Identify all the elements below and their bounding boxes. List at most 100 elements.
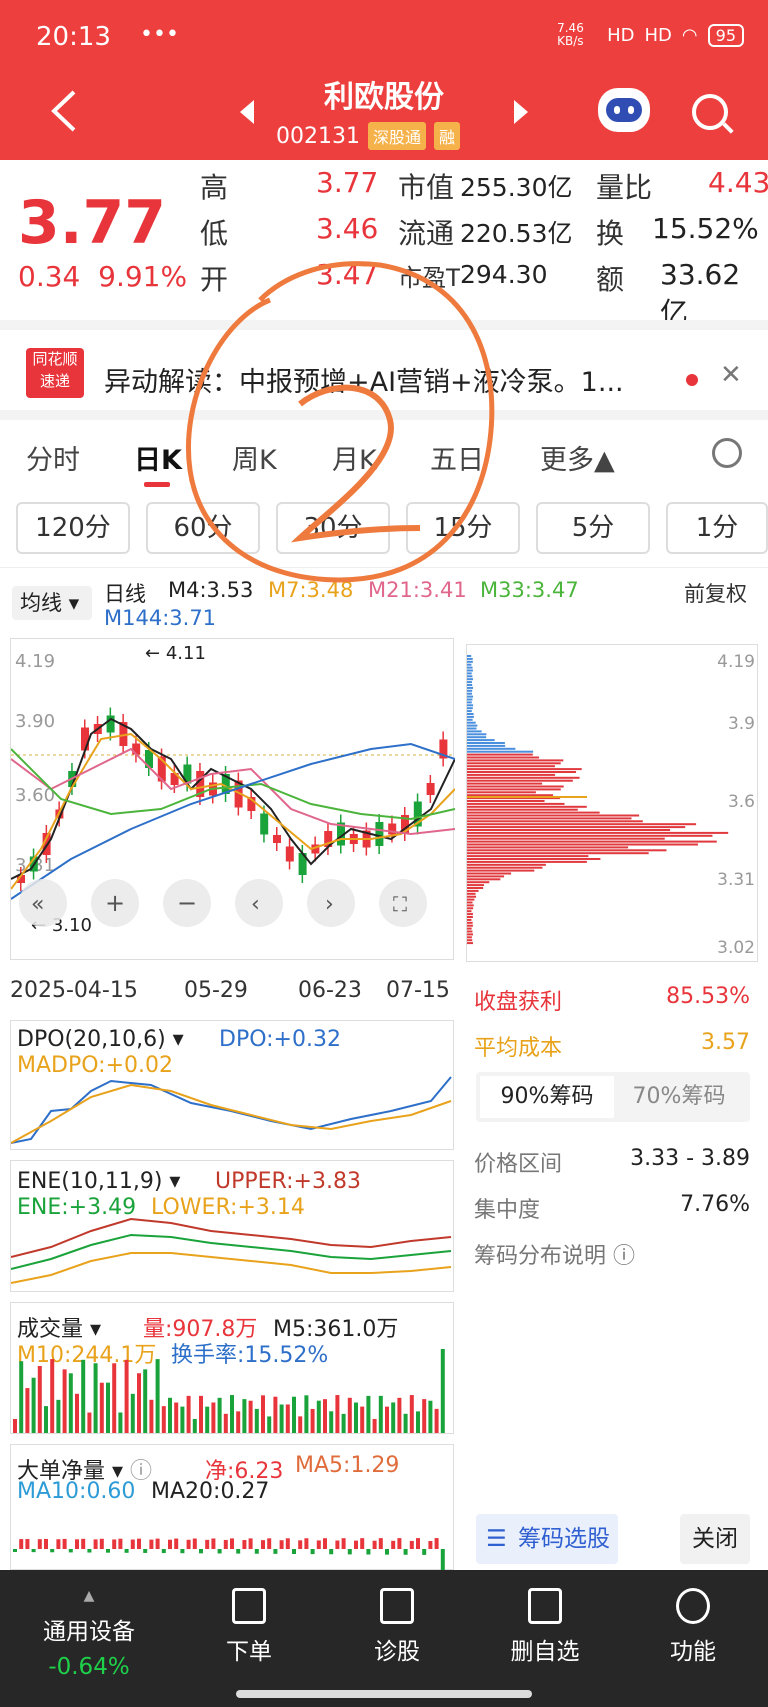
tab-5min[interactable]: 5分 xyxy=(536,502,650,554)
volume-bar xyxy=(242,1399,247,1433)
tab-daily-k[interactable]: 日K xyxy=(134,438,182,477)
tab-chip-90[interactable]: 90%筹码 xyxy=(480,1076,614,1118)
dpo-svg xyxy=(11,1076,452,1144)
ene-panel[interactable]: ENE(10,11,9) ▾ UPPER:+3.83 ENE:+3.49 LOW… xyxy=(10,1160,454,1292)
ma-line-orange xyxy=(10,732,456,890)
chip-bar xyxy=(467,768,582,771)
nav-remove-watchlist[interactable]: 删自选 xyxy=(480,1588,610,1666)
volume-bar xyxy=(13,1419,17,1433)
tab-intraday[interactable]: 分时 xyxy=(26,438,80,477)
volume-bar xyxy=(279,1404,284,1433)
open-label: 开 xyxy=(200,263,229,296)
bigorder-bar xyxy=(391,1540,396,1549)
robot-assistant-icon[interactable] xyxy=(598,88,650,132)
nav-order[interactable]: 下单 xyxy=(184,1588,314,1666)
bigorder-bar xyxy=(112,1539,117,1549)
nav-diagnose-label: 诊股 xyxy=(374,1639,420,1665)
chip-bar xyxy=(467,927,472,930)
volume-bar xyxy=(372,1418,377,1433)
open-value: 3.47 xyxy=(316,258,379,291)
chip-bar xyxy=(467,872,512,875)
adjust-mode[interactable]: 前复权 xyxy=(684,578,747,608)
volume-bar xyxy=(223,1413,228,1433)
bigorder-bar xyxy=(397,1538,402,1549)
chip-bar xyxy=(467,869,535,872)
nav-diagnose[interactable]: 诊股 xyxy=(332,1588,462,1666)
chip-bar xyxy=(467,721,476,724)
kline-chart[interactable]: 4.19 3.90 3.60 3.31 ← 4.11 ← 3.10 « + − … xyxy=(10,638,456,960)
chip-bar xyxy=(467,701,472,704)
bigorder-bar xyxy=(422,1549,427,1555)
chip-bar xyxy=(467,794,554,797)
chip-bar xyxy=(467,666,473,669)
chip-bar xyxy=(467,713,474,715)
chip-bar xyxy=(467,663,472,666)
low-value: 3.46 xyxy=(316,212,379,245)
bigorder-bar xyxy=(335,1540,340,1549)
dpo-panel[interactable]: DPO(20,10,6) ▾ DPO:+0.32 MADPO:+0.02 xyxy=(10,1020,454,1150)
chip-bar xyxy=(467,843,699,846)
search-icon[interactable] xyxy=(692,94,728,130)
chip-bar xyxy=(467,686,474,689)
list-icon: ☰ xyxy=(486,1526,507,1552)
tab-chip-70[interactable]: 70%筹码 xyxy=(612,1076,746,1118)
nav-sector[interactable]: ▲ 通用设备 -0.64% xyxy=(24,1588,154,1680)
volume-bar xyxy=(273,1396,278,1433)
tab-more[interactable]: 更多▲ xyxy=(540,438,615,477)
tab-60min[interactable]: 60分 xyxy=(146,502,260,554)
tab-weekly-k[interactable]: 周K xyxy=(232,438,277,477)
chip-close-button[interactable]: 关闭 xyxy=(680,1514,750,1564)
news-text[interactable]: 异动解读：中报预增+AI营销+液冷泵。1... xyxy=(104,360,664,399)
bigorder-bar xyxy=(75,1539,79,1549)
home-indicator[interactable] xyxy=(236,1690,532,1698)
chip-bar xyxy=(467,742,505,744)
chip-desc-link[interactable]: 筹码分布说明 ⓘ xyxy=(474,1238,635,1270)
bigorder-bar xyxy=(62,1538,67,1549)
volume-bar xyxy=(68,1373,73,1433)
high-value: 3.77 xyxy=(316,166,379,199)
chip-bar xyxy=(467,747,516,750)
period-tabs: 分时 日K 周K 月K 五日 更多▲ xyxy=(0,420,768,500)
next-stock-icon[interactable] xyxy=(514,100,528,124)
news-logo: 同花顺 速递 xyxy=(26,348,84,398)
tab-five-day[interactable]: 五日 xyxy=(430,438,484,477)
tab-30min[interactable]: 30分 xyxy=(276,502,390,554)
tab-monthly-k[interactable]: 月K xyxy=(332,438,377,477)
bigorder-bar xyxy=(223,1539,228,1549)
bigorder-bar xyxy=(236,1549,241,1554)
volume-bar xyxy=(292,1396,296,1433)
tab-15min[interactable]: 15分 xyxy=(406,502,520,554)
settings-icon[interactable] xyxy=(712,438,742,468)
bigorder-bar xyxy=(372,1540,377,1549)
ene-svg xyxy=(11,1217,452,1284)
y-label-top: 4.19 xyxy=(15,651,55,672)
bigorder-bar xyxy=(87,1549,92,1553)
tab-1min[interactable]: 1分 xyxy=(666,502,768,554)
volume-panel[interactable]: 成交量 ▾ 量:907.8万 M5:361.0万 M10:244.1万 换手率:… xyxy=(10,1302,454,1434)
ma-select[interactable]: 均线 ▾ xyxy=(12,586,92,620)
ma-period-label: 日线 xyxy=(104,582,146,606)
chip-bar xyxy=(467,939,473,942)
news-banner[interactable]: 同花顺 速递 异动解读：中报预增+AI营销+液冷泵。1... ✕ xyxy=(0,320,768,420)
chip-bar xyxy=(467,817,632,820)
bigorder-bar xyxy=(50,1549,55,1553)
chip-bar xyxy=(467,884,485,887)
nav-order-label: 下单 xyxy=(226,1639,272,1665)
change-value: 0.34 xyxy=(18,260,81,293)
tab-120min[interactable]: 120分 xyxy=(16,502,130,554)
close-icon[interactable]: ✕ xyxy=(720,360,742,390)
madpo-line xyxy=(11,1083,452,1144)
nav-function[interactable]: 功能 xyxy=(628,1588,758,1666)
bigorder-bar xyxy=(99,1538,104,1549)
ma-m144: M144:3.71 xyxy=(104,606,217,630)
volume-svg xyxy=(13,1349,445,1433)
date-2: 05-29 xyxy=(184,978,248,1003)
volume-bar xyxy=(168,1397,172,1433)
chip-select-button[interactable]: ☰ 筹码选股 xyxy=(476,1514,618,1564)
margin-tag: 融 xyxy=(434,122,461,150)
volume-bar xyxy=(112,1363,117,1433)
order-icon xyxy=(232,1588,266,1624)
chip-bar xyxy=(467,718,473,721)
chip-bar xyxy=(467,756,540,759)
bigorder-panel[interactable]: 大单净量 ▾ ⓘ 净:6.23 MA5:1.29 MA10:0.60 MA20:… xyxy=(10,1444,454,1571)
